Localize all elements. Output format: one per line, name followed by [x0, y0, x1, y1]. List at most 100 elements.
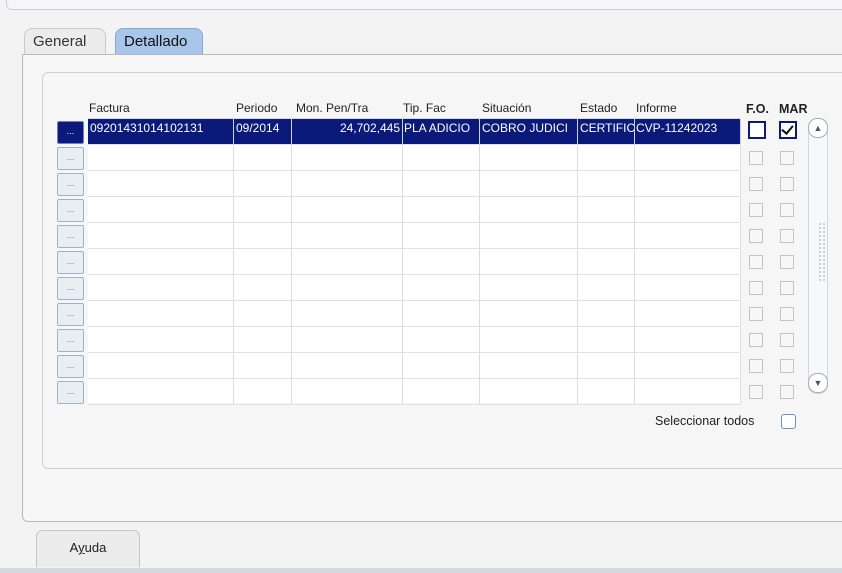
table-row[interactable]: [88, 353, 741, 379]
row-detail-button[interactable]: ...: [57, 303, 84, 326]
fo-checkbox[interactable]: [749, 307, 763, 321]
mar-checkbox[interactable]: [780, 255, 794, 269]
table-cell[interactable]: [402, 275, 480, 300]
table-cell[interactable]: [294, 379, 403, 404]
help-button[interactable]: Ayuda: [36, 530, 140, 567]
table-row[interactable]: [88, 379, 741, 405]
select-all-checkbox[interactable]: [781, 414, 796, 429]
fo-checkbox[interactable]: [749, 203, 763, 217]
row-detail-button[interactable]: ...: [57, 121, 84, 144]
table-cell[interactable]: [294, 353, 403, 378]
row-detail-button[interactable]: ...: [57, 199, 84, 222]
table-row[interactable]: [88, 327, 741, 353]
mar-checkbox[interactable]: [780, 385, 794, 399]
table-cell[interactable]: [578, 353, 635, 378]
table-row[interactable]: [88, 197, 741, 223]
table-cell[interactable]: [294, 145, 403, 170]
fo-checkbox[interactable]: [749, 177, 763, 191]
table-cell[interactable]: [234, 379, 292, 404]
row-detail-button[interactable]: ...: [57, 225, 84, 248]
table-cell[interactable]: [480, 275, 578, 300]
table-cell[interactable]: [634, 379, 741, 404]
row-detail-button[interactable]: ...: [57, 355, 84, 378]
table-cell[interactable]: [480, 327, 578, 352]
mar-checkbox[interactable]: [780, 333, 794, 347]
table-cell[interactable]: [234, 197, 292, 222]
table-cell[interactable]: [88, 327, 234, 352]
table-cell[interactable]: [88, 301, 234, 326]
table-cell[interactable]: [294, 223, 403, 248]
scroll-down-button[interactable]: ▼: [808, 373, 828, 393]
table-cell[interactable]: [88, 275, 234, 300]
table-cell[interactable]: [88, 197, 234, 222]
table-cell[interactable]: [480, 145, 578, 170]
fo-checkbox[interactable]: [749, 281, 763, 295]
table-cell[interactable]: [402, 379, 480, 404]
scroll-grip[interactable]: [818, 222, 826, 282]
fo-checkbox[interactable]: [749, 255, 763, 269]
table-cell[interactable]: [480, 171, 578, 196]
tab-general[interactable]: General: [24, 28, 106, 55]
table-cell[interactable]: [578, 197, 635, 222]
table-cell[interactable]: [234, 223, 292, 248]
fo-checkbox[interactable]: [749, 229, 763, 243]
table-cell[interactable]: [234, 327, 292, 352]
fo-checkbox[interactable]: [749, 359, 763, 373]
table-cell[interactable]: [578, 145, 635, 170]
row-detail-button[interactable]: ...: [57, 173, 84, 196]
table-cell[interactable]: [294, 275, 403, 300]
table-cell[interactable]: [634, 223, 741, 248]
cell-informe[interactable]: CVP-11242023: [634, 119, 741, 144]
table-cell[interactable]: [294, 301, 403, 326]
table-cell[interactable]: [634, 353, 741, 378]
table-cell[interactable]: [578, 327, 635, 352]
row-detail-button[interactable]: ...: [57, 329, 84, 352]
table-cell[interactable]: [402, 327, 480, 352]
mar-checkbox[interactable]: [780, 307, 794, 321]
table-cell[interactable]: [578, 171, 635, 196]
table-cell[interactable]: [234, 249, 292, 274]
table-cell[interactable]: [578, 249, 635, 274]
table-row[interactable]: [88, 301, 741, 327]
table-cell[interactable]: [234, 145, 292, 170]
cell-tip-fac[interactable]: PLA ADICIO: [402, 119, 480, 144]
table-cell[interactable]: [294, 171, 403, 196]
table-cell[interactable]: [402, 145, 480, 170]
row-detail-button[interactable]: ...: [57, 147, 84, 170]
table-cell[interactable]: [634, 249, 741, 274]
row-detail-button[interactable]: ...: [57, 277, 84, 300]
table-cell[interactable]: [634, 301, 741, 326]
tab-detallado[interactable]: Detallado: [115, 28, 203, 55]
table-cell[interactable]: [634, 327, 741, 352]
table-cell[interactable]: [402, 301, 480, 326]
mar-checkbox[interactable]: [780, 151, 794, 165]
table-cell[interactable]: [480, 223, 578, 248]
table-cell[interactable]: [578, 379, 635, 404]
fo-checkbox[interactable]: [748, 121, 766, 139]
table-cell[interactable]: [480, 249, 578, 274]
table-row[interactable]: [88, 145, 741, 171]
table-row[interactable]: [88, 249, 741, 275]
table-row-selected[interactable]: 09201431014102131 09/2014 24,702,445 PLA…: [88, 119, 741, 145]
table-cell[interactable]: [88, 145, 234, 170]
row-detail-button[interactable]: ...: [57, 381, 84, 404]
mar-checkbox[interactable]: [780, 177, 794, 191]
table-cell[interactable]: [578, 223, 635, 248]
cell-factura[interactable]: 09201431014102131: [88, 119, 234, 144]
table-cell[interactable]: [88, 379, 234, 404]
table-cell[interactable]: [634, 171, 741, 196]
mar-checkbox[interactable]: [780, 229, 794, 243]
fo-checkbox[interactable]: [749, 151, 763, 165]
table-cell[interactable]: [294, 327, 403, 352]
table-cell[interactable]: [88, 171, 234, 196]
table-cell[interactable]: [88, 223, 234, 248]
table-cell[interactable]: [234, 171, 292, 196]
mar-checkbox[interactable]: [780, 359, 794, 373]
table-cell[interactable]: [480, 353, 578, 378]
table-cell[interactable]: [234, 301, 292, 326]
table-cell[interactable]: [402, 249, 480, 274]
table-cell[interactable]: [402, 197, 480, 222]
table-cell[interactable]: [402, 171, 480, 196]
table-cell[interactable]: [634, 275, 741, 300]
row-detail-button[interactable]: ...: [57, 251, 84, 274]
